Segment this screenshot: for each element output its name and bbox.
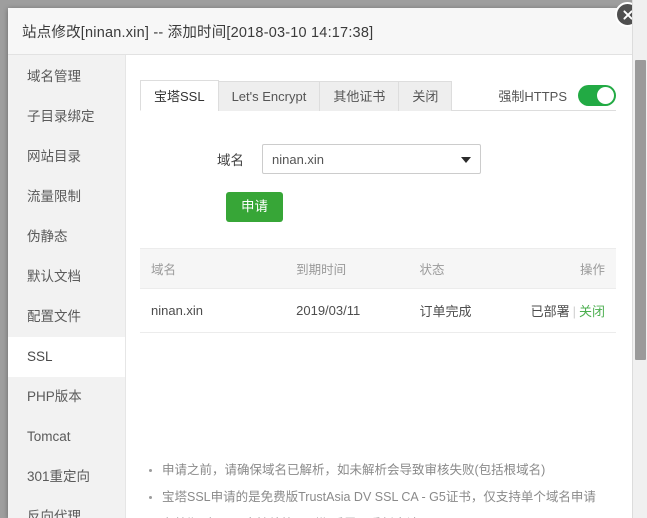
sidebar-item-default-document[interactable]: 默认文档 <box>8 257 125 297</box>
sidebar-item-ssl[interactable]: SSL <box>8 337 125 377</box>
op-separator: | <box>572 303 576 319</box>
sidebar: 域名管理 子目录绑定 网站目录 流量限制 伪静态 默认文档 配置文件 SSL P… <box>8 55 126 518</box>
domain-form-row: 域名 ninan.xin <box>140 144 616 174</box>
sidebar-item-pseudo-static[interactable]: 伪静态 <box>8 217 125 257</box>
table-header-row: 域名 到期时间 状态 操作 <box>140 247 616 289</box>
note-item: 申请之前，请确保域名已解析，如未解析会导致审核失败(包括根域名) <box>149 457 616 484</box>
apply-button[interactable]: 申请 <box>226 192 283 222</box>
sidebar-item-traffic-limit[interactable]: 流量限制 <box>8 177 125 217</box>
th-status: 状态 <box>408 247 528 289</box>
cell-domain: ninan.xin <box>140 288 286 333</box>
sidebar-item-tomcat[interactable]: Tomcat <box>8 417 125 457</box>
cell-operations: 已部署 | 关闭 <box>527 288 616 333</box>
op-close-link[interactable]: 关闭 <box>579 304 605 319</box>
domain-select[interactable]: ninan.xin <box>262 144 481 174</box>
tab-close[interactable]: 关闭 <box>398 81 453 111</box>
force-https-label: 强制HTTPS <box>498 89 567 104</box>
content-pane: 宝塔SSL Let's Encrypt 其他证书 关闭 强制HTTPS 域名 n… <box>126 55 632 518</box>
toggle-knob <box>597 87 614 104</box>
sidebar-item-website-directory[interactable]: 网站目录 <box>8 137 125 177</box>
tab-bar: 宝塔SSL Let's Encrypt 其他证书 关闭 强制HTTPS <box>140 74 616 111</box>
page-scrollbar[interactable] <box>632 0 647 518</box>
force-https-toggle[interactable] <box>578 85 616 106</box>
sidebar-item-301-redirect[interactable]: 301重定向 <box>8 457 125 497</box>
cell-expire: 2019/03/11 <box>285 288 409 333</box>
sidebar-item-php-version[interactable]: PHP版本 <box>8 377 125 417</box>
sidebar-item-subdirectory-binding[interactable]: 子目录绑定 <box>8 97 125 137</box>
tab-lets-encrypt[interactable]: Let's Encrypt <box>217 81 321 111</box>
dialog-title-bar: 站点修改[ninan.xin] -- 添加时间[2018-03-10 14:17… <box>8 8 632 55</box>
tab-bt-ssl[interactable]: 宝塔SSL <box>140 80 219 111</box>
th-expire: 到期时间 <box>285 247 409 289</box>
note-item: 宝塔SSL申请的是免费版TrustAsia DV SSL CA - G5证书，仅… <box>149 484 616 511</box>
certificate-table: 域名 到期时间 状态 操作 ninan.xin 2019/03/11 订单完成 … <box>140 247 616 333</box>
force-https-control: 强制HTTPS <box>498 85 616 106</box>
table-row: ninan.xin 2019/03/11 订单完成 已部署 | 关闭 <box>140 288 616 333</box>
th-domain: 域名 <box>140 247 286 289</box>
apply-button-wrap: 申请 <box>140 192 616 222</box>
tab-other-cert[interactable]: 其他证书 <box>319 81 400 111</box>
sidebar-item-reverse-proxy[interactable]: 反向代理 <box>8 497 125 518</box>
chevron-down-icon <box>461 157 471 163</box>
domain-select-value: ninan.xin <box>272 151 325 167</box>
dialog-title: 站点修改[ninan.xin] -- 添加时间[2018-03-10 14:17… <box>22 24 374 41</box>
cell-status: 订单完成 <box>408 288 528 333</box>
note-item: 有效期1年，不支持续签，到期后需要重新申请 <box>162 511 616 518</box>
dialog-body: 域名管理 子目录绑定 网站目录 流量限制 伪静态 默认文档 配置文件 SSL P… <box>8 55 632 518</box>
sidebar-item-domain-manage[interactable]: 域名管理 <box>8 57 125 97</box>
sidebar-item-config-file[interactable]: 配置文件 <box>8 297 125 337</box>
site-modify-dialog: 站点修改[ninan.xin] -- 添加时间[2018-03-10 14:17… <box>8 8 632 518</box>
notes-list: 申请之前，请确保域名已解析，如未解析会导致审核失败(包括根域名) 宝塔SSL申请… <box>140 457 616 518</box>
domain-label: 域名 <box>217 153 244 168</box>
th-operations: 操作 <box>527 247 616 289</box>
scrollbar-thumb[interactable] <box>635 60 646 360</box>
op-deployed-label: 已部署 <box>530 303 570 319</box>
